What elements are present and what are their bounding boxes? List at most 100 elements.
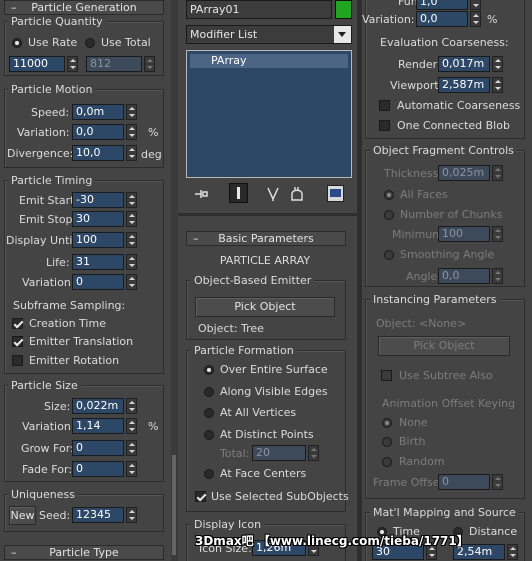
use-selected-subobjects-checkbox[interactable]: [195, 491, 206, 502]
over-entire-surface-radio[interactable]: [204, 365, 214, 375]
grow-spinner[interactable]: [126, 440, 137, 456]
rate-spinner[interactable]: [67, 56, 78, 72]
timing-variation-field[interactable]: 0: [72, 274, 124, 290]
minimum-field[interactable]: 100: [438, 226, 490, 242]
emit-stop-field[interactable]: 30: [72, 211, 124, 227]
emitter-translation-checkbox[interactable]: [12, 336, 23, 347]
thickness-spinner[interactable]: [492, 165, 503, 181]
distance-spinner[interactable]: [507, 544, 518, 560]
fade-spinner[interactable]: [126, 461, 137, 477]
timing-variation-spinner[interactable]: [126, 274, 137, 290]
variation-field[interactable]: 0,0: [72, 124, 124, 140]
life-spinner[interactable]: [126, 254, 137, 270]
display-until-spinner[interactable]: [126, 232, 137, 248]
collapse-icon: –: [11, 546, 17, 559]
viewport-spinner[interactable]: [492, 77, 503, 93]
animation-offset-label: Animation Offset Keying: [382, 397, 516, 410]
scrollbar-thumb[interactable]: [172, 455, 176, 555]
stack-item-parray[interactable]: PArray: [190, 54, 348, 68]
at-distinct-points-radio[interactable]: [204, 430, 214, 440]
divergence-field[interactable]: 10,0: [72, 145, 124, 161]
render-spinner[interactable]: [492, 56, 503, 72]
at-all-vertices-radio[interactable]: [204, 408, 214, 418]
rollout-basic-parameters[interactable]: – Basic Parameters: [186, 231, 346, 246]
object-color-swatch[interactable]: [335, 0, 352, 19]
offset-random-radio[interactable]: [382, 457, 392, 467]
render-field[interactable]: 0,017m: [438, 56, 490, 72]
speed-field[interactable]: 0,0m: [72, 104, 124, 120]
along-visible-edges-label: Along Visible Edges: [220, 385, 328, 398]
frame-offset-field[interactable]: 0: [438, 474, 490, 490]
viewport-field[interactable]: 2,587m: [438, 77, 490, 93]
remove-modifier-icon[interactable]: [288, 185, 306, 203]
emit-start-field[interactable]: -30: [72, 192, 124, 208]
life-field[interactable]: 31: [72, 254, 124, 270]
angle-spinner[interactable]: [492, 268, 503, 284]
total-spinner[interactable]: [308, 445, 319, 461]
function-spinner[interactable]: [470, 0, 481, 10]
seed-spinner[interactable]: [126, 507, 137, 523]
total-field[interactable]: 812: [86, 56, 142, 72]
frame-offset-spinner[interactable]: [492, 474, 503, 490]
function-field[interactable]: 1,0: [416, 0, 468, 10]
size-spinner[interactable]: [126, 398, 137, 414]
show-end-result-icon[interactable]: [229, 183, 248, 203]
at-face-centers-radio[interactable]: [204, 469, 214, 479]
one-connected-blob-checkbox[interactable]: [379, 120, 390, 131]
along-visible-edges-radio[interactable]: [204, 387, 214, 397]
left-scrollbar[interactable]: [171, 0, 178, 561]
use-rate-radio[interactable]: [12, 38, 22, 48]
rollout-particle-generation[interactable]: – Particle Generation: [4, 0, 164, 15]
display-until-field[interactable]: 100: [72, 232, 124, 248]
use-total-radio[interactable]: [85, 38, 95, 48]
speed-spinner[interactable]: [126, 104, 137, 120]
offset-birth-radio[interactable]: [382, 437, 392, 447]
smoothing-angle-radio[interactable]: [384, 250, 394, 260]
automatic-coarseness-checkbox[interactable]: [379, 100, 390, 111]
new-seed-button[interactable]: New: [9, 506, 36, 525]
minimum-spinner[interactable]: [492, 226, 503, 242]
configure-modifier-sets-icon[interactable]: [327, 185, 344, 202]
use-total-label: Use Total: [101, 36, 151, 49]
size-variation-spinner[interactable]: [126, 418, 137, 434]
modifier-list-dropdown[interactable]: Modifier List: [186, 25, 352, 44]
automatic-coarseness-label: Automatic Coarseness: [397, 99, 521, 112]
emit-start-spinner[interactable]: [126, 192, 137, 208]
modifier-stack[interactable]: PArray: [186, 50, 352, 178]
particle-array-title: PARTICLE ARRAY: [219, 254, 311, 267]
dropdown-arrow-icon[interactable]: [334, 26, 351, 43]
variation-spinner[interactable]: [126, 124, 137, 140]
size-field[interactable]: 0,022m: [72, 398, 124, 414]
size-label: Size:: [44, 400, 71, 413]
thickness-field[interactable]: 0,025m: [438, 165, 490, 181]
pick-object-button[interactable]: Pick Object: [195, 297, 335, 317]
size-variation-field[interactable]: 1,14: [72, 418, 124, 434]
instance-pick-object-button[interactable]: Pick Object: [378, 336, 510, 356]
offset-none-radio[interactable]: [382, 418, 392, 428]
variation-spinner[interactable]: [470, 11, 481, 27]
total-field[interactable]: 20: [252, 445, 306, 461]
fade-field[interactable]: 0: [72, 461, 124, 477]
object-name-field[interactable]: PArray01: [186, 0, 332, 19]
seed-field[interactable]: 12345: [72, 507, 124, 523]
creation-time-label: Creation Time: [29, 317, 106, 330]
rollout-particle-type[interactable]: – Particle Type: [4, 545, 164, 560]
rate-field[interactable]: 11000: [9, 56, 65, 72]
variation-field[interactable]: 0,0: [416, 11, 468, 27]
total-spinner[interactable]: [144, 56, 155, 72]
angle-field[interactable]: 0,0: [438, 268, 490, 284]
emitter-rotation-checkbox[interactable]: [12, 355, 23, 366]
grow-field[interactable]: 0: [72, 440, 124, 456]
use-subtree-checkbox[interactable]: [381, 370, 392, 381]
emit-stop-spinner[interactable]: [126, 211, 137, 227]
at-face-centers-label: At Face Centers: [220, 467, 307, 480]
make-unique-icon[interactable]: [266, 185, 284, 203]
all-faces-radio[interactable]: [384, 190, 394, 200]
divergence-label: Divergence:: [7, 147, 74, 160]
creation-time-checkbox[interactable]: [12, 318, 23, 329]
pin-stack-icon[interactable]: [192, 185, 210, 203]
number-of-chunks-radio[interactable]: [384, 210, 394, 220]
speed-label: Speed:: [31, 106, 70, 119]
divergence-spinner[interactable]: [126, 145, 137, 161]
smoothing-angle-label: Smoothing Angle: [400, 248, 495, 261]
